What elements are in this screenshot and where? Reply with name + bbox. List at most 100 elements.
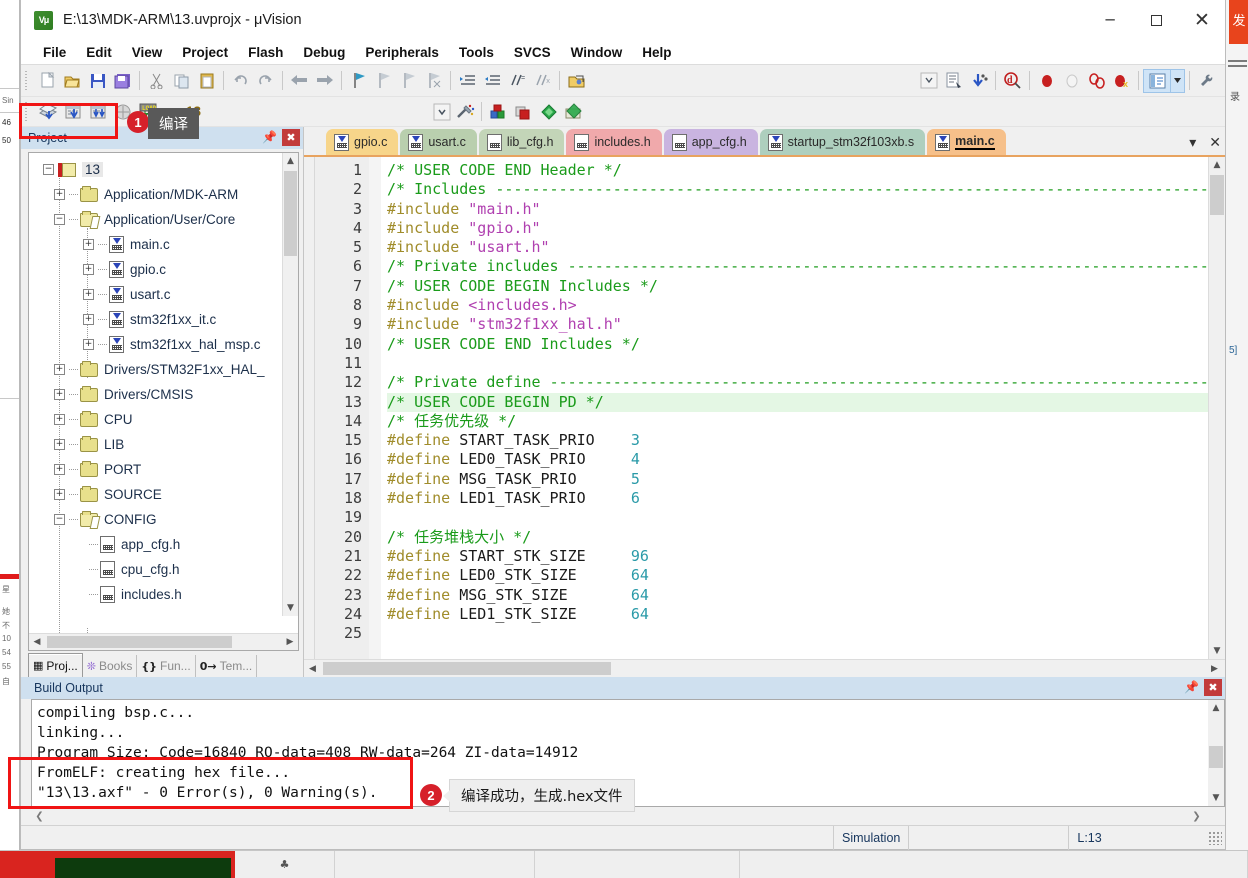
toolbar-grip[interactable]	[24, 70, 31, 91]
scroll-right-icon[interactable]: ▶	[282, 637, 298, 647]
menu-item-flash[interactable]: Flash	[238, 45, 293, 60]
translate-icon[interactable]	[35, 100, 60, 124]
code-line[interactable]: #define START_STK_SIZE 96	[387, 547, 1208, 566]
bookmark-next-icon[interactable]	[396, 69, 421, 93]
expand-expander-icon[interactable]: +	[54, 189, 65, 200]
menu-item-project[interactable]: Project	[172, 45, 238, 60]
pin-icon[interactable]: 📌	[1184, 680, 1199, 694]
save-all-icon[interactable]	[110, 69, 135, 93]
project-tree[interactable]: − 13 + Application/MDK-ARM − Application…	[29, 153, 298, 633]
editor-tab-startup-s[interactable]: startup_stm32f103xb.s	[759, 129, 926, 155]
scroll-left-icon[interactable]: ◀	[304, 664, 321, 674]
scrollbar-thumb[interactable]	[323, 662, 611, 675]
code-line[interactable]: #include <includes.h>	[387, 296, 1208, 315]
scroll-up-icon[interactable]: ▲	[1208, 700, 1224, 716]
tree-row-folder[interactable]: − CONFIG	[29, 507, 298, 532]
code-line[interactable]: #define LED0_STK_SIZE 64	[387, 566, 1208, 585]
expand-expander-icon[interactable]: +	[83, 289, 94, 300]
tree-row-file[interactable]: app_cfg.h	[29, 532, 298, 557]
close-button[interactable]: ✕	[1179, 0, 1225, 40]
expand-expander-icon[interactable]: +	[83, 314, 94, 325]
uncomment-icon[interactable]: x	[530, 69, 555, 93]
manage-run-time-icon[interactable]	[511, 100, 536, 124]
code-line[interactable]: #include "stm32f1xx_hal.h"	[387, 315, 1208, 334]
expand-expander-icon[interactable]: +	[54, 439, 65, 450]
expand-expander-icon[interactable]: +	[83, 264, 94, 275]
tree-row-file[interactable]: cpu_cfg.h	[29, 557, 298, 582]
code-line[interactable]	[387, 508, 1208, 527]
open-project-folder-icon[interactable]	[564, 69, 589, 93]
tree-row-folder[interactable]: − Application/User/Core	[29, 207, 298, 232]
code-line[interactable]: /* USER CODE BEGIN PD */	[387, 392, 1208, 412]
tree-row-folder[interactable]: + Application/MDK-ARM	[29, 182, 298, 207]
code-line[interactable]: /* Private define ----------------------…	[387, 373, 1208, 392]
expand-expander-icon[interactable]: +	[54, 414, 65, 425]
tree-row-file[interactable]: + stm32f1xx_it.c	[29, 307, 298, 332]
comment-icon[interactable]: =	[505, 69, 530, 93]
bookmark-prev-icon[interactable]	[371, 69, 396, 93]
tree-row-file[interactable]: + usart.c	[29, 282, 298, 307]
tree-row-folder[interactable]: + SOURCE	[29, 482, 298, 507]
close-icon[interactable]: ✖	[282, 129, 300, 146]
collapse-expander-icon[interactable]: −	[54, 514, 65, 525]
code-line[interactable]: #define MSG_TASK_PRIO 5	[387, 470, 1208, 489]
paste-icon[interactable]	[194, 69, 219, 93]
code-line[interactable]: #include "usart.h"	[387, 238, 1208, 257]
scrollbar-thumb[interactable]	[1210, 175, 1224, 215]
menu-item-tools[interactable]: Tools	[449, 45, 504, 60]
code-line[interactable]: #define LED1_STK_SIZE 64	[387, 605, 1208, 624]
close-icon[interactable]: ✖	[1204, 679, 1222, 696]
outdent-icon[interactable]	[480, 69, 505, 93]
code-vertical-scrollbar[interactable]: ▲ ▼	[1208, 157, 1225, 659]
menu-item-help[interactable]: Help	[632, 45, 681, 60]
resize-grip[interactable]	[1208, 830, 1222, 845]
select-target-dropdown[interactable]	[432, 100, 452, 124]
tab-list-dropdown-icon[interactable]: ▾	[1189, 135, 1196, 151]
scroll-left-icon[interactable]: ◀	[29, 637, 45, 647]
menu-item-edit[interactable]: Edit	[76, 45, 122, 60]
menu-item-peripherals[interactable]: Peripherals	[355, 45, 449, 60]
menu-item-debug[interactable]: Debug	[293, 45, 355, 60]
save-icon[interactable]	[85, 69, 110, 93]
pin-icon[interactable]: 📌	[262, 130, 277, 144]
redo-icon[interactable]	[253, 69, 278, 93]
svcs-icon[interactable]	[561, 100, 586, 124]
bookmark-toggle-icon[interactable]	[346, 69, 371, 93]
code-line[interactable]: #include "gpio.h"	[387, 219, 1208, 238]
collapse-expander-icon[interactable]: −	[43, 164, 54, 175]
tree-row-folder[interactable]: + Drivers/CMSIS	[29, 382, 298, 407]
pack-installer-icon[interactable]	[536, 100, 561, 124]
download-icon[interactable]	[966, 69, 991, 93]
code-line[interactable]	[387, 624, 1208, 643]
tab-books[interactable]: ❊ Books	[83, 655, 138, 677]
tree-row-folder[interactable]: + Drivers/STM32F1xx_HAL_	[29, 357, 298, 382]
editor-tab-lib-cfg-h[interactable]: lib_cfg.h	[478, 129, 565, 155]
menu-item-file[interactable]: File	[33, 45, 76, 60]
code-line[interactable]: #define LED1_TASK_PRIO 6	[387, 489, 1208, 508]
expand-expander-icon[interactable]: +	[54, 464, 65, 475]
collapse-expander-icon[interactable]: −	[54, 214, 65, 225]
taskbar-item[interactable]: ♣	[235, 851, 335, 878]
project-window-icon[interactable]	[1143, 68, 1171, 93]
tree-row-file[interactable]: + gpio.c	[29, 257, 298, 282]
code-line[interactable]: /* Private includes --------------------…	[387, 257, 1208, 276]
open-file-icon[interactable]	[60, 69, 85, 93]
scroll-down-icon[interactable]: ▼	[1208, 790, 1224, 806]
toolbar-grip[interactable]	[24, 101, 31, 122]
scroll-right-icon[interactable]: ❯	[1188, 811, 1205, 822]
tree-row-project[interactable]: − 13	[29, 157, 298, 182]
target-select-value[interactable]: 13	[182, 104, 432, 119]
rebuild-all-icon[interactable]	[85, 100, 110, 124]
menu-item-view[interactable]: View	[122, 45, 173, 60]
code-text[interactable]: /* USER CODE END Header *//* Includes --…	[381, 157, 1208, 659]
scrollbar-thumb[interactable]	[1209, 746, 1223, 768]
tab-templates[interactable]: 0→ Tem...	[196, 655, 258, 677]
target-options-icon[interactable]	[452, 100, 477, 124]
tab-project[interactable]: ▦ Proj...	[28, 653, 83, 677]
menu-item-window[interactable]: Window	[561, 45, 633, 60]
minimize-button[interactable]: ─	[1087, 0, 1133, 40]
cut-icon[interactable]	[144, 69, 169, 93]
code-line[interactable]: /* USER CODE END Header */	[387, 161, 1208, 180]
expand-expander-icon[interactable]: +	[54, 389, 65, 400]
breakpoint-kill-all-icon[interactable]	[1084, 69, 1109, 93]
